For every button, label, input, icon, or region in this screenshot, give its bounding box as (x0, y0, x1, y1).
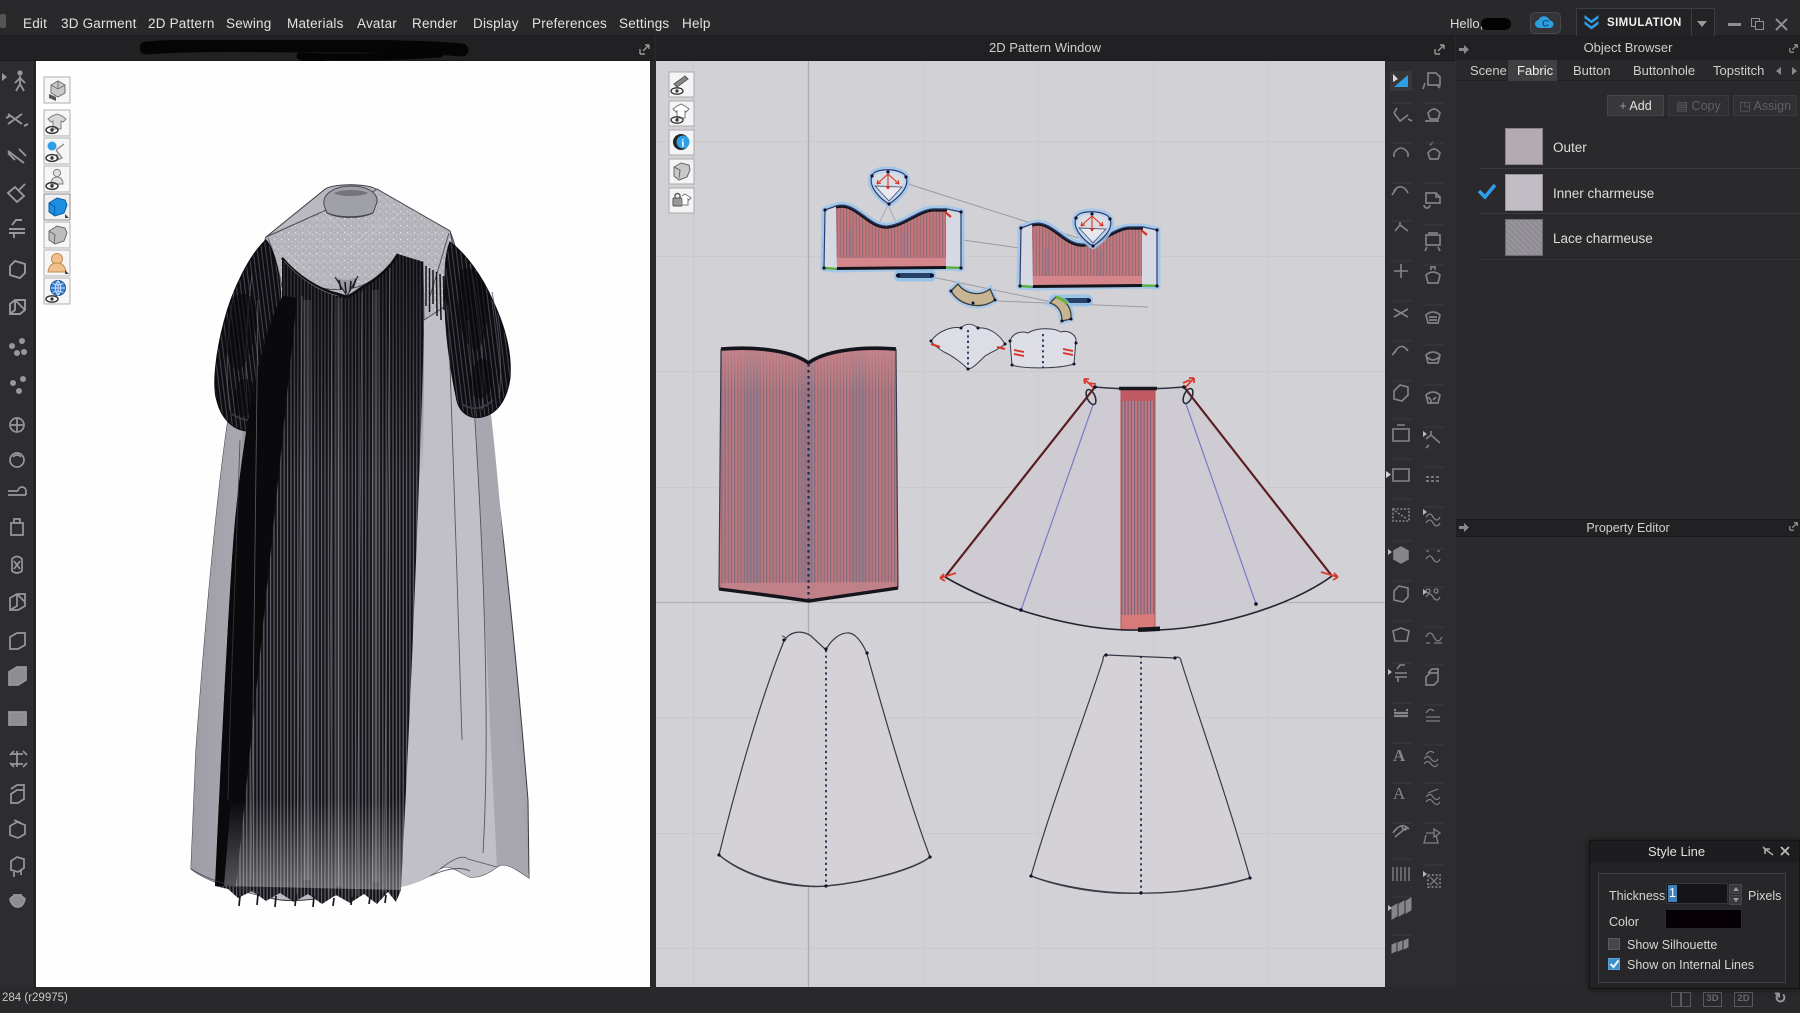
svg-text:i: i (681, 138, 684, 150)
svg-text:A: A (1393, 784, 1406, 803)
svg-text:A: A (1393, 746, 1406, 765)
svg-text:C: C (1542, 19, 1549, 30)
